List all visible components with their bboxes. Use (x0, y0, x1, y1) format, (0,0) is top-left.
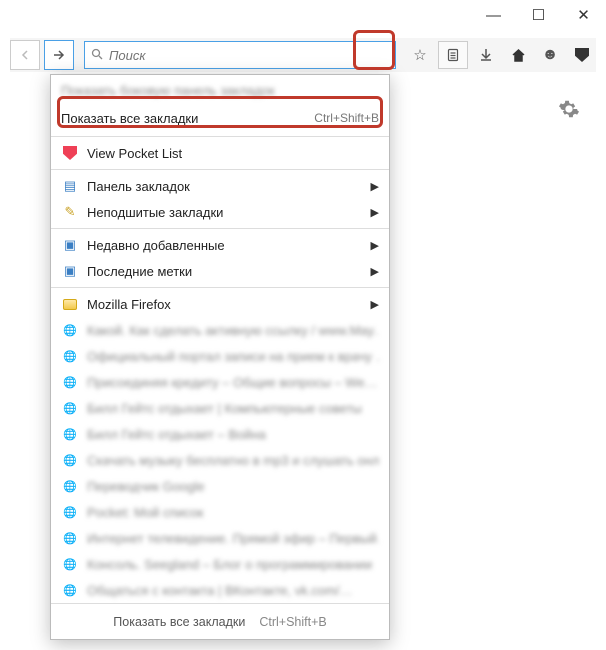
globe-icon: 🌐 (61, 529, 79, 547)
bookmark-item[interactable]: 🌐 Общаться с контакта | ВКонтакте, vk.com… (51, 577, 389, 603)
search-box[interactable] (84, 41, 396, 69)
menu-bookmarks-toolbar[interactable]: ▤ Панель закладок ▶ (51, 173, 389, 199)
recent-added-icon: ▣ (61, 236, 79, 254)
menu-mozilla-firefox-folder[interactable]: Mozilla Firefox ▶ (51, 291, 389, 317)
menu-recent-tags[interactable]: ▣ Последние метки ▶ (51, 258, 389, 284)
menu-item-label: Панель закладок (87, 179, 363, 194)
chevron-right-icon: ▶ (371, 239, 379, 252)
arrow-right-icon (53, 50, 65, 60)
globe-icon: 🌐 (61, 555, 79, 573)
minimize-button[interactable]: — (471, 0, 516, 30)
menu-view-pocket-list[interactable]: View Pocket List (51, 140, 389, 166)
menu-separator (51, 169, 389, 170)
chevron-right-icon: ▶ (371, 298, 379, 311)
chevron-left-icon (20, 50, 30, 60)
bookmark-item-label: Общаться с контакта | ВКонтакте, vk.com/… (87, 583, 379, 598)
search-icon (91, 48, 103, 63)
bookmark-item[interactable]: 🌐 Какой. Как сделать активную ссылку / ww… (51, 317, 389, 343)
globe-icon: 🌐 (61, 503, 79, 521)
globe-icon: 🌐 (61, 581, 79, 599)
bookmark-item-label: Консоль. Seegland – Блог о программирова… (87, 557, 379, 572)
maximize-button[interactable]: ☐ (516, 0, 561, 30)
chevron-right-icon: ▶ (371, 265, 379, 278)
menu-separator (51, 136, 389, 137)
bookmark-item[interactable]: 🌐 Pocket: Мой список (51, 499, 389, 525)
globe-icon: 🌐 (61, 477, 79, 495)
bookmark-item[interactable]: 🌐 Билл Гейтс отдыхает | Компьютерные сове… (51, 395, 389, 421)
menu-separator (51, 228, 389, 229)
downloads-icon[interactable] (472, 41, 500, 69)
bookmarks-dropdown-menu: Показать боковую панель закладок Показат… (50, 74, 390, 640)
globe-icon: 🌐 (61, 451, 79, 469)
globe-icon: 🌐 (61, 321, 79, 339)
nav-back-button[interactable] (10, 40, 40, 70)
globe-icon: 🌐 (61, 399, 79, 417)
globe-icon: 🌐 (61, 373, 79, 391)
bookmark-item[interactable]: 🌐 Переводчик Google (51, 473, 389, 499)
bookmark-item[interactable]: 🌐 Билл Гейтс отдыхает – Война (51, 421, 389, 447)
gear-icon[interactable] (558, 98, 580, 123)
menu-item-label: Показать все закладки (61, 111, 314, 126)
menu-footer-label: Показать все закладки (113, 615, 245, 629)
bookmark-item[interactable]: 🌐 Официальный портал записи на прием к вр… (51, 343, 389, 369)
bookmarks-menu-button[interactable] (438, 41, 468, 69)
menu-footer[interactable]: Показать все закладки Ctrl+Shift+B (51, 603, 389, 639)
bookmark-item-label: Скачать музыку бесплатно в mp3 и слушать… (87, 453, 379, 468)
bookmark-item[interactable]: 🌐 Присоединяя кредиту – Общие вопросы – W… (51, 369, 389, 395)
bookmark-item-label: Интернет телевидение. Прямой эфир – Перв… (87, 531, 379, 546)
menu-show-all-bookmarks[interactable]: Показать все закладки Ctrl+Shift+B (51, 103, 389, 133)
home-icon[interactable] (504, 41, 532, 69)
bookmark-star-icon[interactable]: ☆ (406, 41, 434, 69)
browser-toolbar: ☆ ☻ (10, 38, 596, 72)
clipboard-icon (446, 48, 460, 62)
bookmarks-toolbar-icon: ▤ (61, 177, 79, 195)
bookmark-item-label: Переводчик Google (87, 479, 379, 494)
bookmark-item-label: Билл Гейтс отдыхает – Война (87, 427, 379, 442)
bookmark-item[interactable]: 🌐 Интернет телевидение. Прямой эфир – Пер… (51, 525, 389, 551)
bookmark-item[interactable]: 🌐 Скачать музыку бесплатно в mp3 и слушат… (51, 447, 389, 473)
recent-tags-icon: ▣ (61, 262, 79, 280)
menu-item-label: Mozilla Firefox (87, 297, 363, 312)
menu-separator (51, 287, 389, 288)
menu-item-label: View Pocket List (87, 146, 379, 161)
menu-item-label: Последние метки (87, 264, 363, 279)
menu-item-label: Неподшитые закладки (87, 205, 363, 220)
nav-forward-button[interactable] (44, 40, 74, 70)
pocket-icon[interactable] (568, 41, 596, 69)
chevron-right-icon: ▶ (371, 180, 379, 193)
menu-item-label: Показать боковую панель закладок (61, 83, 379, 98)
globe-icon: 🌐 (61, 425, 79, 443)
bookmark-item-label: Pocket: Мой список (87, 505, 379, 520)
bookmark-item-label: Присоединяя кредиту – Общие вопросы – We… (87, 375, 379, 390)
globe-icon: 🌐 (61, 347, 79, 365)
menu-item-label: Недавно добавленные (87, 238, 363, 253)
chevron-right-icon: ▶ (371, 206, 379, 219)
search-input[interactable] (109, 48, 389, 63)
folder-icon (61, 295, 79, 313)
bookmark-item-label: Какой. Как сделать активную ссылку / www… (87, 323, 379, 338)
bookmark-item[interactable]: 🌐 Консоль. Seegland – Блог о программиров… (51, 551, 389, 577)
menu-show-sidebar[interactable]: Показать боковую панель закладок (51, 77, 389, 103)
pocket-icon (61, 144, 79, 162)
bookmark-item-label: Билл Гейтс отдыхает | Компьютерные совет… (87, 401, 379, 416)
menu-recently-added[interactable]: ▣ Недавно добавленные ▶ (51, 232, 389, 258)
close-button[interactable]: ✕ (561, 0, 606, 30)
menu-unsorted-bookmarks[interactable]: ✎ Неподшитые закладки ▶ (51, 199, 389, 225)
unsorted-bookmarks-icon: ✎ (61, 203, 79, 221)
menu-footer-shortcut: Ctrl+Shift+B (259, 615, 326, 629)
menu-item-shortcut: Ctrl+Shift+B (314, 111, 379, 125)
face-icon[interactable]: ☻ (536, 41, 564, 69)
bookmark-item-label: Официальный портал записи на прием к вра… (87, 349, 379, 364)
